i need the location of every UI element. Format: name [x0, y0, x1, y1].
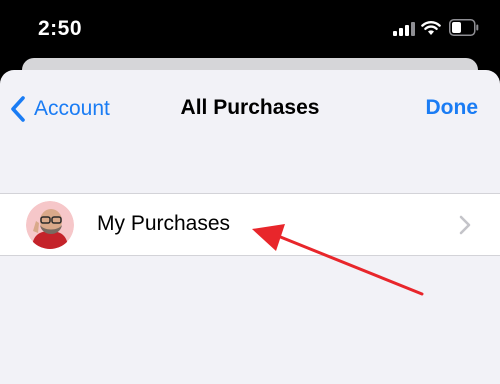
battery-icon [449, 19, 479, 36]
done-button[interactable]: Done [426, 96, 479, 120]
list-item-my-purchases[interactable]: My Purchases [0, 193, 500, 256]
navigation-bar: Account All Purchases Done [0, 70, 500, 150]
avatar [26, 201, 74, 249]
wifi-icon [421, 21, 441, 35]
purchases-sheet: Account All Purchases Done My Purchases [0, 70, 500, 384]
status-bar: 2:50 [0, 0, 500, 60]
cellular-signal-icon [393, 22, 415, 36]
chevron-right-icon [459, 215, 471, 235]
memoji-avatar-icon [26, 201, 74, 249]
status-time: 2:50 [38, 17, 83, 40]
list-item-label: My Purchases [97, 212, 231, 235]
